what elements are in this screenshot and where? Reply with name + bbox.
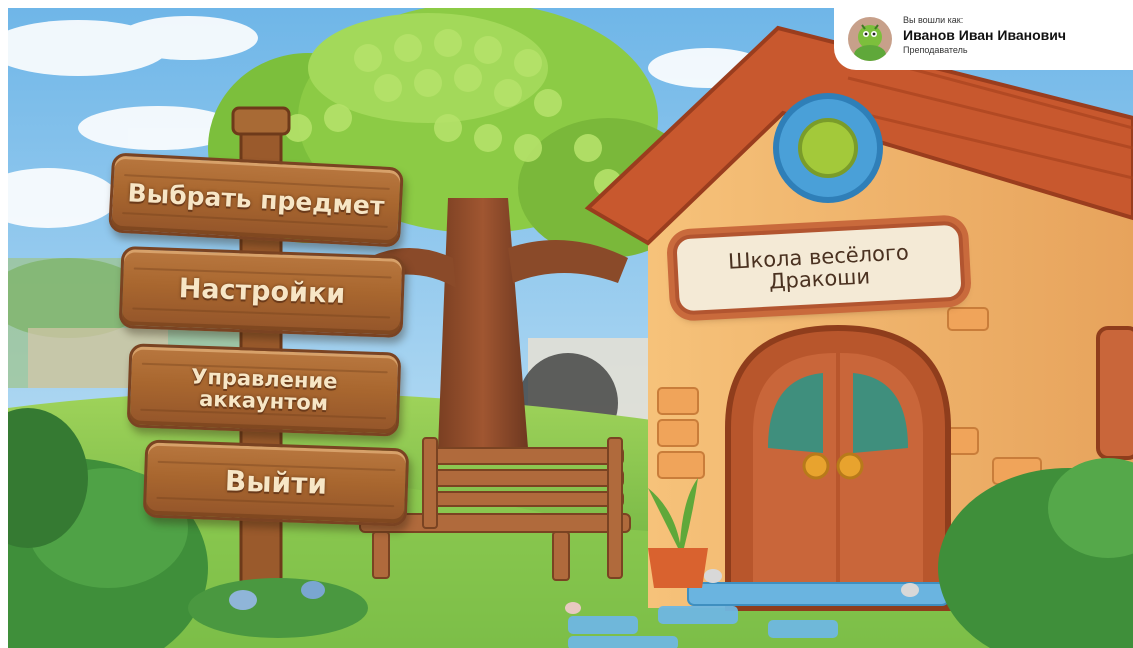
user-role: Преподаватель: [903, 45, 968, 55]
exit-button[interactable]: Выйти: [142, 439, 410, 527]
settings-button[interactable]: Настройки: [118, 246, 406, 338]
exit-label: Выйти: [224, 464, 328, 502]
school-name-text: Школа весёлого Дракоши: [727, 240, 910, 294]
logged-in-as-label: Вы вошли как:: [903, 15, 964, 25]
dragon-avatar-icon: [848, 17, 892, 61]
account-management-label: Управление аккаунтом: [190, 364, 338, 416]
house-door: [725, 324, 951, 611]
game-scene: Выбрать предмет Настройки Управление акк…: [8, 8, 1133, 648]
choose-subject-button[interactable]: Выбрать предмет: [108, 152, 404, 248]
user-info-card[interactable]: Вы вошли как: Иванов Иван Иванович Препо…: [834, 8, 1133, 70]
user-avatar[interactable]: [848, 17, 892, 61]
school-name-sign: Школа весёлого Дракоши: [672, 220, 966, 316]
user-name: Иванов Иван Иванович: [903, 27, 1067, 43]
account-management-button[interactable]: Управление аккаунтом: [126, 343, 402, 437]
settings-label: Настройки: [178, 272, 346, 310]
